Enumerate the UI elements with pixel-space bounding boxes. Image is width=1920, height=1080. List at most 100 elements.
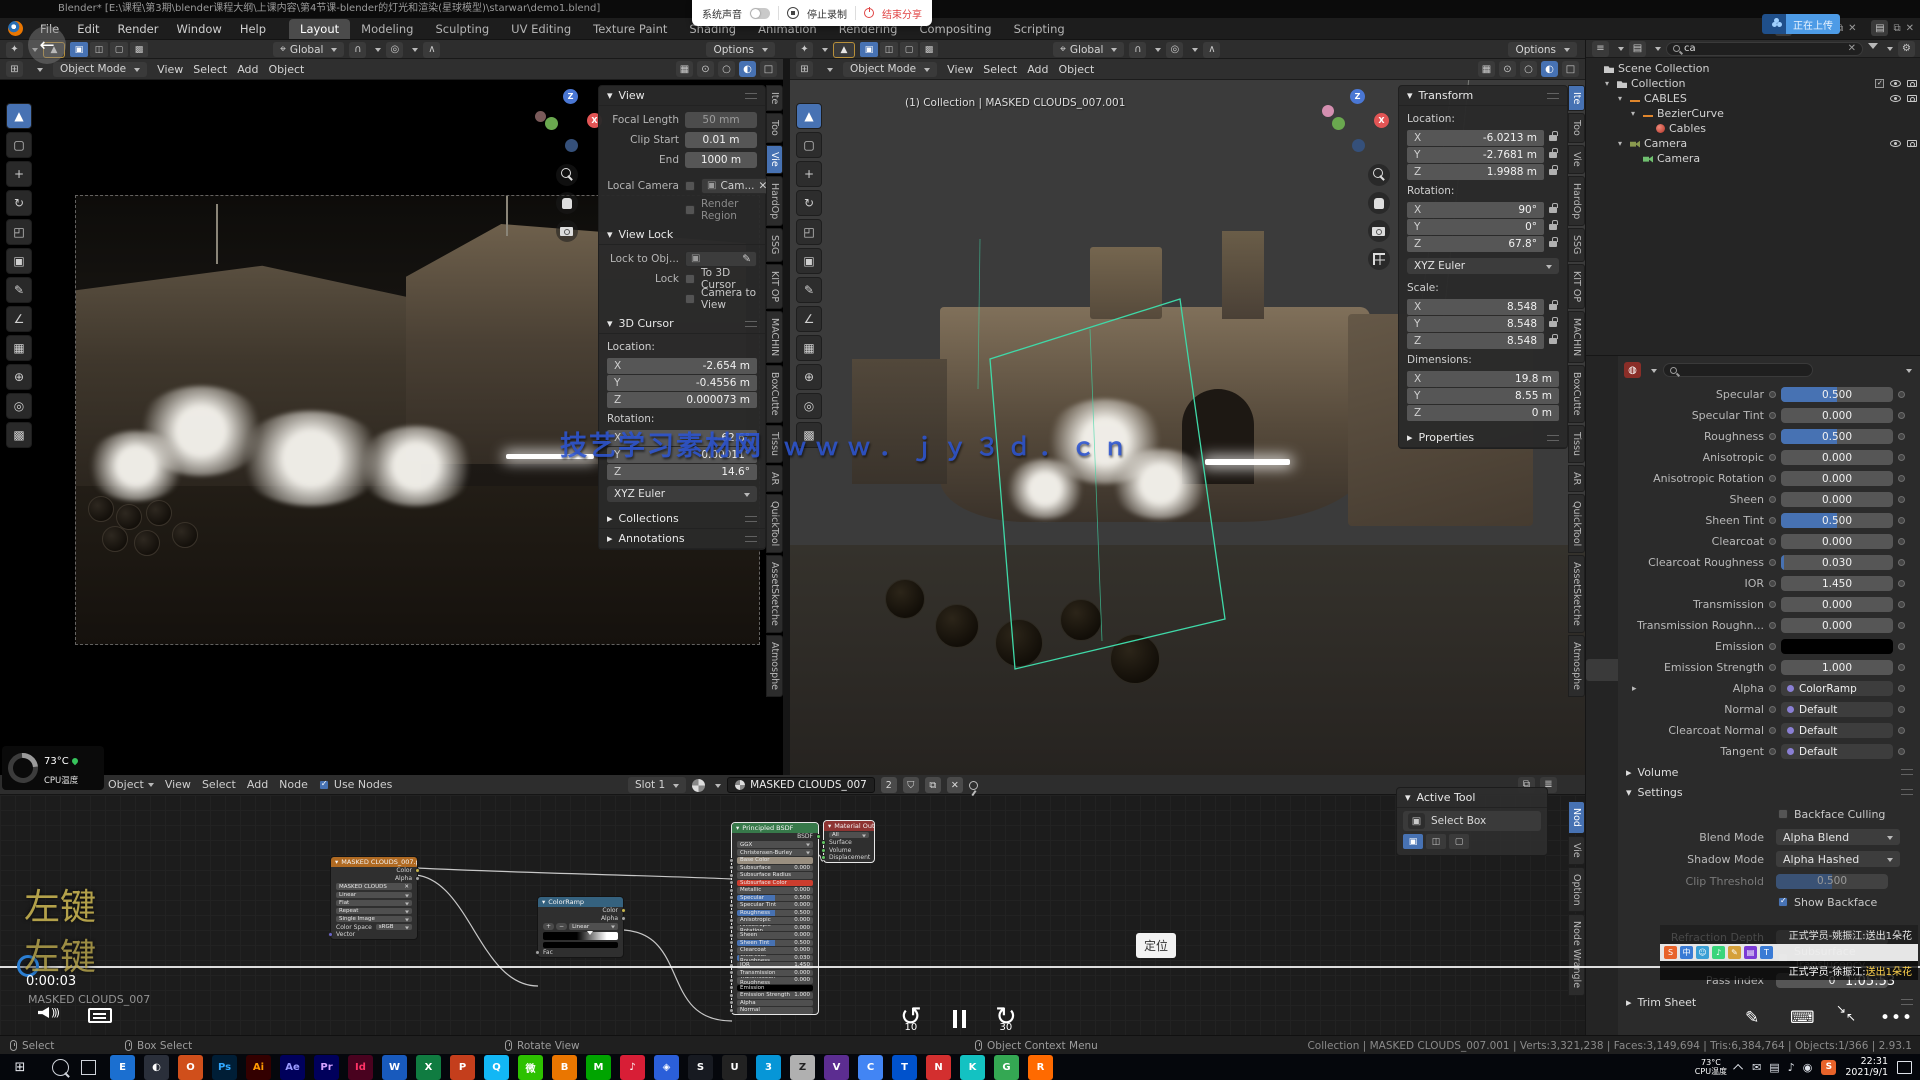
- animate-dot-icon[interactable]: [1898, 496, 1905, 503]
- animate-dot-icon[interactable]: [1898, 475, 1905, 482]
- sidebar-tab[interactable]: KIT OP: [766, 264, 783, 309]
- panel-header-properties[interactable]: ▸Properties: [1399, 428, 1567, 448]
- animate-dot-icon[interactable]: [1769, 517, 1776, 524]
- sidebar-tab[interactable]: AssetSketche: [1568, 555, 1585, 633]
- tool-button[interactable]: ◎: [6, 393, 32, 419]
- sidebar-tab[interactable]: SSG: [766, 228, 783, 261]
- output-socket[interactable]: [415, 868, 420, 873]
- animate-dot-icon[interactable]: [1769, 538, 1776, 545]
- bsdf-input-row[interactable]: Emission: [732, 984, 818, 992]
- outliner-filter-collection-icon[interactable]: ▤: [1629, 41, 1646, 57]
- bsdf-input-row[interactable]: Anisotropic0.000: [732, 917, 818, 925]
- animate-dot-icon[interactable]: [1769, 391, 1776, 398]
- taskbar-app-icon[interactable]: Ps: [212, 1055, 237, 1080]
- properties-tab[interactable]: [1594, 593, 1610, 609]
- material-property-row[interactable]: Clearcoat Normal Default: [1618, 720, 1920, 741]
- tool-fallback-icon[interactable]: ✦: [6, 42, 23, 58]
- select-lasso-variant-icon[interactable]: ▢: [1449, 834, 1469, 849]
- outliner-row[interactable]: ▾ CABLES: [1586, 91, 1920, 106]
- animate-dot-icon[interactable]: [1769, 559, 1776, 566]
- local-camera-checkbox[interactable]: [685, 181, 695, 191]
- bsdf-input-row[interactable]: Subsurface0.000: [732, 864, 818, 872]
- player-back-button[interactable]: ←: [28, 26, 66, 64]
- active-tool-row[interactable]: ▣Select Box: [1403, 811, 1541, 831]
- panel-header-transform[interactable]: ▾Transform: [1399, 86, 1567, 106]
- emoji-icon[interactable]: ✎: [1728, 946, 1741, 959]
- taskbar-app-icon[interactable]: ◐: [144, 1055, 169, 1080]
- expand-arrow-icon[interactable]: ▾: [1631, 109, 1639, 118]
- gizmo-z-axis[interactable]: Z: [1350, 89, 1365, 104]
- system-audio-toggle[interactable]: [750, 8, 770, 19]
- workspace-tab[interactable]: Scripting: [1003, 19, 1076, 39]
- bsdf-input-row[interactable]: Clearcoat0.000: [732, 947, 818, 955]
- tool-button[interactable]: ⊕: [6, 364, 32, 390]
- user-count-badge[interactable]: 2: [881, 777, 897, 793]
- bsdf-input-row[interactable]: Sheen0.000: [732, 932, 818, 940]
- search-button[interactable]: [52, 1059, 69, 1076]
- menu-object[interactable]: Object: [269, 63, 305, 76]
- sidebar-tab[interactable]: Ite: [766, 85, 783, 111]
- output-input-row[interactable]: Displacement: [824, 854, 874, 862]
- material-property-row[interactable]: Sheen Tint 0.500: [1618, 510, 1920, 531]
- location-field[interactable]: Z1.9988 m: [1407, 164, 1544, 180]
- bsdf-input-row[interactable]: Metallic0.000: [732, 887, 818, 895]
- dimension-field[interactable]: Y8.55 m: [1407, 388, 1559, 404]
- menu-select[interactable]: Select: [983, 63, 1017, 76]
- editor-type-icon[interactable]: ⊞: [6, 61, 23, 77]
- input-socket[interactable]: [729, 925, 734, 930]
- property-slider[interactable]: Default: [1781, 723, 1893, 738]
- taskbar-app-icon[interactable]: E: [110, 1055, 135, 1080]
- property-slider[interactable]: 0.000: [1781, 618, 1893, 633]
- animate-dot-icon[interactable]: [1898, 517, 1905, 524]
- animate-dot-icon[interactable]: [1898, 454, 1905, 461]
- render-camera-icon[interactable]: [1907, 80, 1917, 87]
- volume-section-header[interactable]: ▸Volume: [1618, 762, 1920, 782]
- panel-header-collections[interactable]: ▸Collections: [599, 509, 765, 529]
- overlays-icon[interactable]: ⊙: [1499, 61, 1516, 77]
- tool-button[interactable]: ∠: [6, 306, 32, 332]
- pause-button[interactable]: [953, 1010, 966, 1028]
- emoji-icon[interactable]: ☺: [1696, 946, 1709, 959]
- material-property-row[interactable]: Tangent Default: [1618, 741, 1920, 762]
- rotation-field[interactable]: Z67.8°: [1407, 236, 1544, 252]
- bsdf-input-row[interactable]: Base Color: [732, 857, 818, 865]
- panel-header-3d-cursor[interactable]: ▾3D Cursor: [599, 314, 765, 334]
- tool-button[interactable]: ▦: [6, 335, 32, 361]
- animate-dot-icon[interactable]: [1769, 475, 1776, 482]
- workspace-tab[interactable]: Modeling: [350, 19, 424, 39]
- menu-item[interactable]: Render: [109, 19, 168, 39]
- clip-start-field[interactable]: 0.01 m: [685, 132, 757, 148]
- input-socket[interactable]: [729, 910, 734, 915]
- output-socket[interactable]: [621, 916, 626, 921]
- stop-record-icon[interactable]: [787, 7, 799, 19]
- material-property-row[interactable]: Transmission 0.000: [1618, 594, 1920, 615]
- input-socket[interactable]: [729, 865, 734, 870]
- sidebar-tab[interactable]: HardOp: [1568, 176, 1585, 226]
- upload-overlay[interactable]: 正在上传: [1762, 14, 1840, 34]
- sidebar-tab[interactable]: Too: [1568, 113, 1585, 143]
- taskbar-app-icon[interactable]: Ai: [246, 1055, 271, 1080]
- image-browse-field[interactable]: MASKED CLOUDS✕: [336, 883, 412, 890]
- property-slider[interactable]: 1.000: [1781, 660, 1893, 675]
- output-input-row[interactable]: Surface: [824, 839, 874, 847]
- bsdf-input-row[interactable]: Anisotropic Rotation0.000: [732, 924, 818, 932]
- tool-button[interactable]: ◰: [6, 219, 32, 245]
- sidebar-tab[interactable]: QuickTool: [1568, 494, 1585, 553]
- workspace-tab[interactable]: Texture Paint: [582, 19, 678, 39]
- fake-user-shield-icon[interactable]: ⛉: [903, 777, 919, 793]
- xray-icon[interactable]: ○: [1520, 61, 1537, 77]
- node-sidebar-tab[interactable]: Option: [1568, 867, 1585, 913]
- properties-tab[interactable]: [1594, 386, 1610, 402]
- input-socket[interactable]: [729, 858, 734, 863]
- sidebar-tab[interactable]: AR: [1568, 465, 1585, 492]
- tray-app-icon[interactable]: S: [1821, 1060, 1836, 1075]
- settings-section-header[interactable]: ▾Settings: [1618, 782, 1920, 802]
- rotation-field[interactable]: X90°: [1407, 202, 1544, 218]
- node-header[interactable]: ▾ColorRamp: [538, 897, 623, 907]
- taskbar-app-icon[interactable]: V: [824, 1055, 849, 1080]
- selected-stop-swatch[interactable]: [543, 942, 618, 948]
- node-enum-row[interactable]: Linear: [331, 891, 417, 899]
- property-slider[interactable]: 0.000: [1781, 492, 1893, 507]
- animate-dot-icon[interactable]: [1898, 559, 1905, 566]
- cursor-euler-dropdown[interactable]: XYZ Euler: [607, 486, 757, 502]
